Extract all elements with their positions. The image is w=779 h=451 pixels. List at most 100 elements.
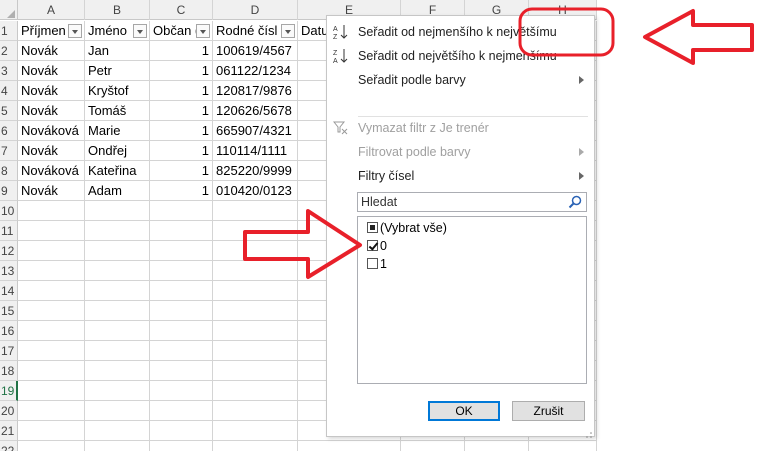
row-header[interactable]: 11 [0, 221, 18, 241]
table-cell[interactable]: 1 [150, 41, 213, 61]
row-header[interactable]: 14 [0, 281, 18, 301]
row-header[interactable]: 22 [0, 441, 18, 451]
header-cell[interactable]: Rodné čísl [213, 21, 298, 41]
header-cell[interactable]: Příjmen [18, 21, 85, 41]
sort-descending-item[interactable]: ZA Seřadit od největšího k nejmenšímu [327, 44, 594, 68]
column-header-a[interactable]: A [18, 0, 85, 20]
table-cell[interactable] [213, 441, 298, 451]
row-header[interactable]: 18 [0, 361, 18, 381]
row-header[interactable]: 5 [0, 101, 18, 121]
table-cell[interactable]: 1 [150, 101, 213, 121]
column-header-b[interactable]: B [85, 0, 150, 20]
filter-dropdown-button[interactable] [196, 24, 210, 38]
table-cell[interactable] [150, 241, 213, 261]
table-cell[interactable]: Novák [18, 181, 85, 201]
table-cell[interactable] [18, 421, 85, 441]
table-cell[interactable]: Marie [85, 121, 150, 141]
row-header[interactable]: 15 [0, 301, 18, 321]
table-cell[interactable]: Petr [85, 61, 150, 81]
table-cell[interactable] [298, 441, 401, 451]
table-cell[interactable]: 1 [150, 121, 213, 141]
table-cell[interactable] [85, 261, 150, 281]
row-header[interactable]: 3 [0, 61, 18, 81]
table-cell[interactable]: Tomáš [85, 101, 150, 121]
row-header[interactable]: 2 [0, 41, 18, 61]
select-all-checkbox[interactable] [367, 222, 378, 233]
table-cell[interactable] [150, 201, 213, 221]
table-cell[interactable] [18, 321, 85, 341]
table-cell[interactable]: 110114/1111 [213, 141, 298, 161]
column-header-c[interactable]: C [150, 0, 213, 20]
table-cell[interactable] [85, 301, 150, 321]
row-header-selected[interactable]: 19 [0, 381, 18, 401]
table-cell[interactable] [213, 281, 298, 301]
ok-button[interactable]: OK [428, 401, 500, 421]
row-header[interactable]: 16 [0, 321, 18, 341]
table-cell[interactable] [213, 301, 298, 321]
row-header[interactable]: 9 [0, 181, 18, 201]
table-cell[interactable] [150, 421, 213, 441]
table-cell[interactable] [18, 221, 85, 241]
sort-ascending-item[interactable]: AZ Seřadit od nejmenšího k největšímu [327, 20, 594, 44]
select-all-option[interactable]: (Vybrat vše) [367, 219, 447, 237]
row-header[interactable]: 13 [0, 261, 18, 281]
value-1-checkbox[interactable] [367, 258, 378, 269]
table-cell[interactable]: 1 [150, 181, 213, 201]
table-cell[interactable]: 665907/4321 [213, 121, 298, 141]
table-cell[interactable] [150, 441, 213, 451]
resize-grip-icon[interactable] [584, 426, 592, 438]
table-cell[interactable] [18, 381, 85, 401]
table-cell[interactable] [213, 321, 298, 341]
table-cell[interactable] [18, 201, 85, 221]
table-cell[interactable] [213, 201, 298, 221]
table-cell[interactable]: Nováková [18, 121, 85, 141]
table-cell[interactable] [18, 301, 85, 321]
table-cell[interactable] [529, 441, 597, 451]
row-header[interactable]: 12 [0, 241, 18, 261]
table-cell[interactable] [18, 361, 85, 381]
table-cell[interactable]: Novák [18, 101, 85, 121]
table-cell[interactable] [213, 221, 298, 241]
table-cell[interactable]: Nováková [18, 161, 85, 181]
table-cell[interactable]: Ondřej [85, 141, 150, 161]
row-header[interactable]: 4 [0, 81, 18, 101]
select-all-corner[interactable] [0, 0, 18, 20]
table-cell[interactable] [150, 261, 213, 281]
table-cell[interactable] [18, 241, 85, 261]
table-cell[interactable]: 010420/0123 [213, 181, 298, 201]
table-cell[interactable]: 1 [150, 81, 213, 101]
value-option-1[interactable]: 1 [367, 255, 387, 273]
header-cell[interactable]: Občan ( [150, 21, 213, 41]
table-cell[interactable] [85, 281, 150, 301]
table-cell[interactable] [85, 221, 150, 241]
table-cell[interactable]: 1 [150, 161, 213, 181]
table-cell[interactable] [18, 261, 85, 281]
filter-dropdown-button[interactable] [281, 24, 295, 38]
table-cell[interactable] [150, 301, 213, 321]
table-cell[interactable] [85, 401, 150, 421]
row-header[interactable]: 21 [0, 421, 18, 441]
filter-dropdown-button[interactable] [68, 24, 82, 38]
table-cell[interactable] [85, 381, 150, 401]
table-cell[interactable]: Novák [18, 61, 85, 81]
sort-by-color-item[interactable]: Seřadit podle barvy [327, 68, 594, 92]
table-cell[interactable] [85, 341, 150, 361]
table-cell[interactable]: 825220/9999 [213, 161, 298, 181]
table-cell[interactable] [18, 281, 85, 301]
row-header[interactable]: 17 [0, 341, 18, 361]
column-header-d[interactable]: D [213, 0, 298, 20]
row-header[interactable]: 7 [0, 141, 18, 161]
table-cell[interactable] [213, 421, 298, 441]
row-header[interactable]: 8 [0, 161, 18, 181]
table-cell[interactable] [213, 341, 298, 361]
table-cell[interactable]: Adam [85, 181, 150, 201]
table-cell[interactable] [401, 441, 465, 451]
row-header[interactable]: 6 [0, 121, 18, 141]
row-header[interactable]: 20 [0, 401, 18, 421]
table-cell[interactable] [150, 341, 213, 361]
table-cell[interactable]: Kateřina [85, 161, 150, 181]
table-cell[interactable]: 100619/4567 [213, 41, 298, 61]
table-cell[interactable] [150, 321, 213, 341]
cancel-button[interactable]: Zrušit [512, 401, 585, 421]
table-cell[interactable]: 120626/5678 [213, 101, 298, 121]
